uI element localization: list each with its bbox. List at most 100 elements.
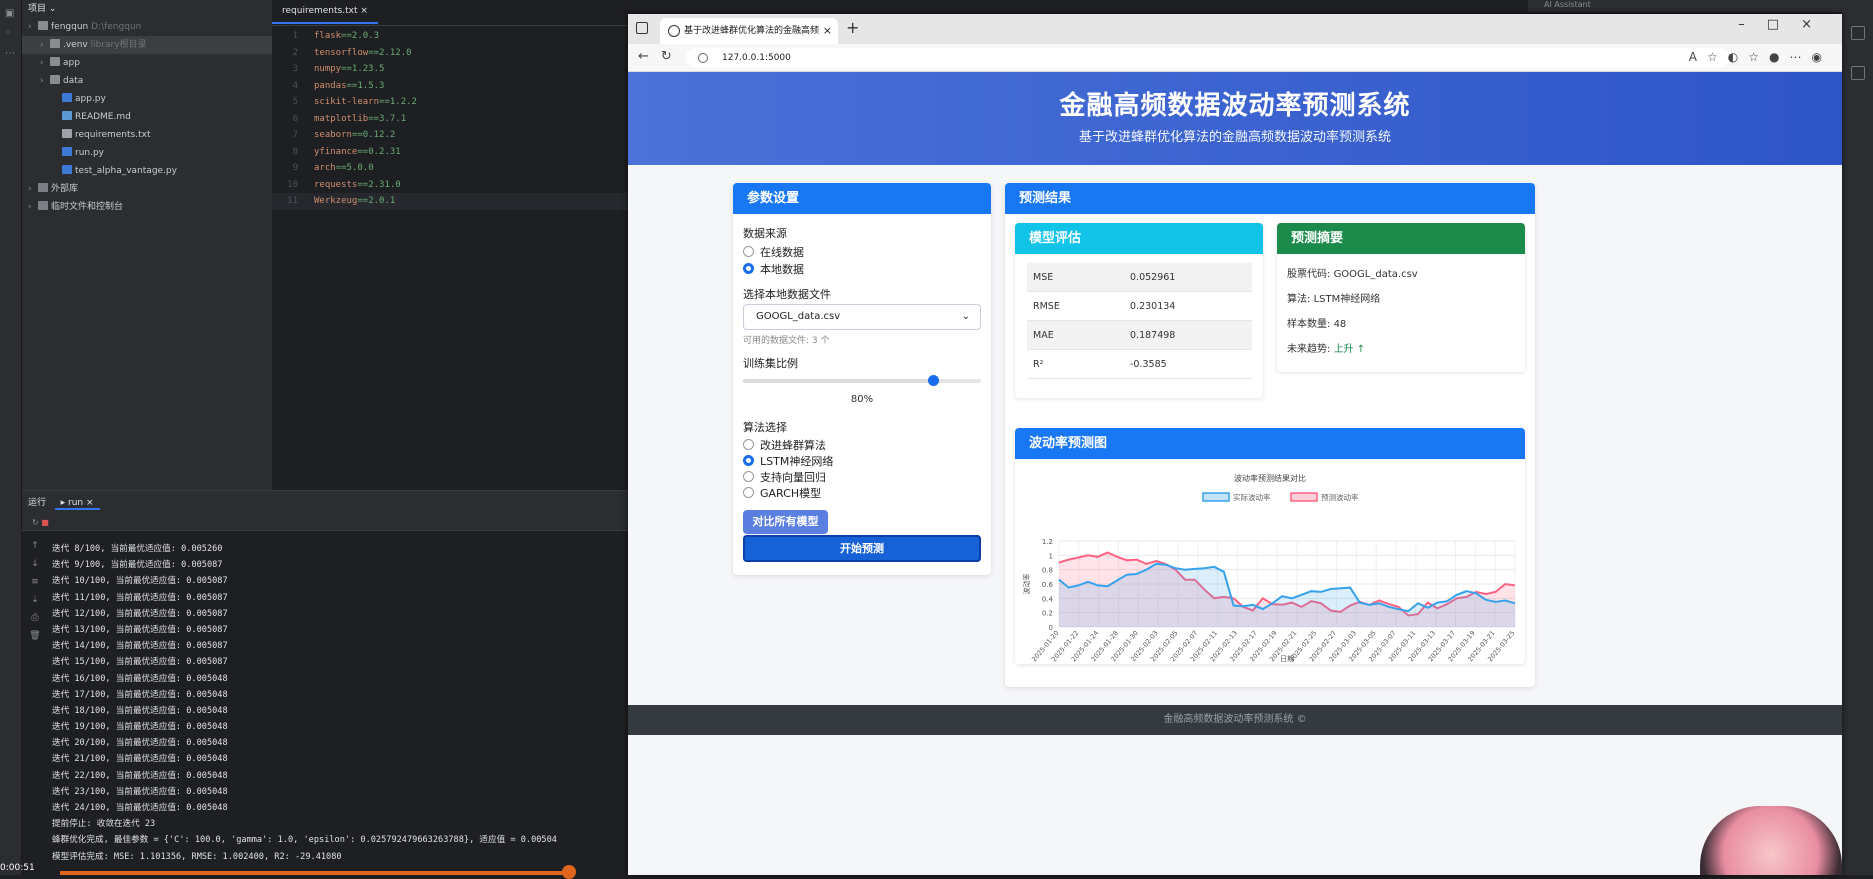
- tree-item[interactable]: › app: [22, 54, 272, 72]
- more-icon[interactable]: ⋯: [5, 48, 17, 60]
- console-output[interactable]: 迭代 8/100, 当前最优适应值: 0.005260 迭代 9/100, 当前最…: [52, 541, 628, 865]
- radio-checked-icon: [743, 455, 754, 466]
- favorite-icon[interactable]: ☆: [1707, 50, 1728, 64]
- eval-card-header: 模型评估: [1015, 223, 1263, 254]
- chevron-right-icon[interactable]: ›: [40, 54, 50, 72]
- wrap-icon[interactable]: ≡: [22, 577, 48, 595]
- y-tick-label: 0.6: [1042, 581, 1054, 589]
- summary-ticker-value: GOOGL_data.csv: [1333, 269, 1418, 280]
- chevron-right-icon[interactable]: ›: [28, 198, 38, 216]
- source-online-radio[interactable]: 在线数据: [743, 244, 804, 260]
- reload-icon[interactable]: ↻: [661, 49, 684, 64]
- ide-topbar-right: AI Assistant: [1528, 0, 1842, 12]
- video-progress-knob[interactable]: [562, 865, 576, 879]
- source-local-label: 本地数据: [760, 263, 804, 276]
- address-bar[interactable]: 127.0.0.1:5000: [686, 48, 1730, 68]
- structure-icon[interactable]: ◦: [5, 28, 17, 40]
- extensions-icon[interactable]: ◐: [1728, 50, 1748, 64]
- file-select[interactable]: GOOGL_data.csv ⌄: [743, 304, 981, 330]
- video-progress-bar[interactable]: [60, 871, 570, 875]
- code-lines[interactable]: 1 flask==2.0.3 2 tensorflow==2.12.0 3 numpy==…: [272, 26, 628, 210]
- chevron-right-icon[interactable]: ›: [28, 18, 38, 36]
- package-version: ==0.2.31: [357, 146, 401, 157]
- radio-icon: [743, 246, 754, 257]
- project-panel-header[interactable]: 项目 ⌄: [22, 0, 272, 18]
- database-icon[interactable]: [1850, 66, 1865, 80]
- new-tab-icon[interactable]: +: [846, 18, 859, 37]
- ratio-slider-handle[interactable]: [928, 375, 940, 386]
- scroll-end-icon[interactable]: ⇣: [22, 595, 48, 613]
- tree-item[interactable]: › data: [22, 72, 272, 90]
- browser-nav: ←↻: [638, 49, 684, 64]
- browser-tab-active[interactable]: 基于改进蜂群优化算法的金融高频 ×: [660, 18, 838, 44]
- page-footer: 金融高频数据波动率预测系统 ©: [628, 705, 1842, 735]
- package-version: ==1.2.2: [379, 97, 417, 107]
- metric-row: MSE 0.052961: [1027, 263, 1252, 292]
- info-icon[interactable]: [698, 53, 708, 63]
- start-predict-button[interactable]: 开始预测: [743, 535, 981, 562]
- tree-item[interactable]: README.md: [22, 108, 272, 126]
- py-file-icon: [62, 93, 72, 102]
- compare-models-button[interactable]: 对比所有模型: [743, 510, 828, 534]
- tree-item[interactable]: › fengqun D:\fengqun: [22, 18, 272, 36]
- close-tab-icon[interactable]: ×: [823, 18, 832, 44]
- folder-icon[interactable]: ▣: [5, 8, 17, 20]
- legend-swatch: [1202, 492, 1230, 502]
- ai-assistant-label[interactable]: AI Assistant: [1544, 0, 1591, 9]
- more-options-icon[interactable]: ⋯: [1790, 50, 1812, 64]
- package-name: requests: [314, 179, 358, 190]
- package-version: ==1.23.5: [341, 64, 385, 74]
- package-name: arch: [314, 163, 336, 173]
- close-window-icon[interactable]: ×: [1801, 17, 1834, 32]
- ratio-slider[interactable]: [743, 375, 981, 386]
- metric-name: RMSE: [1033, 301, 1060, 312]
- algo-radio-option[interactable]: 支持向量回归: [743, 469, 826, 485]
- notifications-icon[interactable]: [1850, 26, 1865, 40]
- source-local-radio[interactable]: 本地数据: [743, 261, 804, 277]
- run-panel-header: 运行 ▸ run ×: [22, 491, 628, 515]
- file-label: 选择本地数据文件: [743, 288, 831, 301]
- params-card: 参数设置 数据来源 在线数据 本地数据 选择本地数据文件 GOOGL_data.…: [733, 183, 991, 575]
- chevron-right-icon[interactable]: ›: [40, 72, 50, 90]
- ide-toolbar-left: ▣ ◦ ⋯: [0, 0, 22, 875]
- tree-item[interactable]: › 临时文件和控制台: [22, 198, 272, 216]
- run-side-toolbar: ↑ ↓ ≡ ⇣ ⎙ 🗑: [22, 541, 48, 649]
- tree-item[interactable]: test_alpha_vantage.py: [22, 162, 272, 180]
- package-name: flask: [314, 31, 342, 41]
- algo-radio-option[interactable]: LSTM神经网络: [743, 453, 833, 469]
- algo-radio-option[interactable]: 改进蜂群算法: [743, 437, 826, 453]
- read-aloud-icon[interactable]: A: [1689, 50, 1707, 64]
- y-tick-label: 1: [1049, 552, 1053, 560]
- algo-label: 算法选择: [743, 421, 787, 434]
- lib-file-icon: [38, 201, 48, 210]
- minimize-icon[interactable]: –: [1738, 17, 1767, 32]
- algo-radio-option[interactable]: GARCH模型: [743, 485, 821, 501]
- folder-icon: [50, 39, 60, 48]
- copilot-icon[interactable]: ◉: [1812, 50, 1832, 64]
- tree-item[interactable]: › 外部库: [22, 180, 272, 198]
- arrow-down-icon[interactable]: ↓: [22, 559, 48, 577]
- profile-icon[interactable]: ●: [1769, 50, 1789, 64]
- collections-icon[interactable]: ☆: [1748, 50, 1769, 64]
- chevron-right-icon[interactable]: ›: [40, 36, 50, 54]
- tree-item[interactable]: › .venv library根目录: [22, 36, 272, 54]
- tree-item[interactable]: run.py: [22, 144, 272, 162]
- run-tab[interactable]: ▸ run ×: [54, 498, 100, 510]
- ratio-label: 训练集比例: [743, 357, 798, 370]
- back-icon[interactable]: ←: [638, 49, 661, 64]
- print-icon[interactable]: ⎙: [22, 613, 48, 631]
- package-name: numpy: [314, 64, 342, 74]
- maximize-icon[interactable]: □: [1767, 17, 1801, 32]
- tree-item[interactable]: requirements.txt: [22, 126, 272, 144]
- package-name: seaborn: [314, 130, 352, 140]
- ratio-slider-fill: [743, 379, 934, 383]
- tree-item[interactable]: app.py: [22, 90, 272, 108]
- code-line: 6 matplotlib==3.7.1: [272, 111, 628, 128]
- trash-icon[interactable]: 🗑: [22, 631, 48, 649]
- rerun-icon[interactable]: ↻: [32, 518, 39, 527]
- chevron-right-icon[interactable]: ›: [28, 180, 38, 198]
- arrow-up-icon[interactable]: ↑: [22, 541, 48, 559]
- stop-icon[interactable]: ■: [41, 518, 49, 527]
- editor-tab-requirements[interactable]: requirements.txt ×: [272, 0, 378, 24]
- sidebar-toggle-icon[interactable]: [636, 22, 648, 34]
